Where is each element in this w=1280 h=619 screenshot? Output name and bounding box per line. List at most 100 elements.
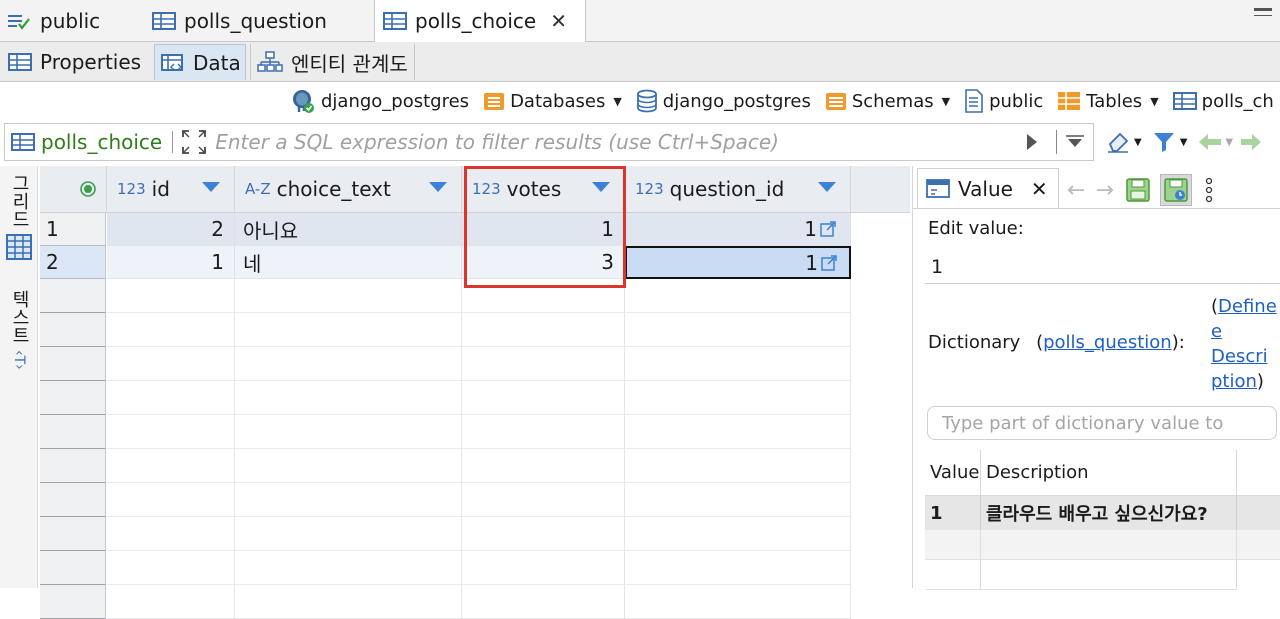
tab-properties[interactable]: Properties: [2, 44, 147, 80]
tab-value[interactable]: Value ✕: [917, 168, 1059, 208]
breadcrumb-label: Databases: [510, 90, 606, 112]
text-view-button[interactable]: 텍스트 ‹T›: [3, 290, 35, 370]
open-reference-icon[interactable]: [821, 254, 837, 271]
divider: [913, 208, 1280, 209]
chevron-down-icon[interactable]: ▼: [1150, 95, 1158, 108]
filter-bar: polls_choice: [4, 123, 1094, 161]
minimize-icon[interactable]: [1254, 8, 1272, 16]
empty-cell: [235, 415, 462, 449]
chevron-down-icon[interactable]: ▼: [1225, 137, 1233, 148]
column-header-choice-text[interactable]: A-Z choice_text: [235, 166, 462, 213]
back-arrow-icon[interactable]: [1197, 132, 1223, 152]
edit-value-text: 1: [931, 255, 944, 278]
dictionary-header-description[interactable]: Description: [981, 450, 1237, 496]
empty-cell: [107, 483, 235, 517]
empty-row-number: [40, 279, 106, 313]
empty-row-number: [40, 551, 106, 585]
row-number[interactable]: 2: [40, 246, 106, 279]
cell-id[interactable]: 2: [107, 213, 235, 246]
open-reference-icon[interactable]: [820, 221, 836, 237]
back-arrow-icon[interactable]: ←: [1067, 178, 1085, 203]
tab-polls-question[interactable]: polls_question: [152, 0, 327, 42]
column-header-question-id[interactable]: 123 question_id: [625, 166, 851, 213]
empty-cell: [107, 415, 235, 449]
empty-cell: [462, 381, 625, 415]
chevron-down-icon[interactable]: ▼: [613, 95, 621, 108]
sort-dropdown-icon[interactable]: [429, 182, 447, 192]
empty-cell: [235, 449, 462, 483]
breadcrumb-item-databases[interactable]: Databases ▼: [483, 90, 622, 112]
table-icon: [383, 11, 407, 31]
expand-icon[interactable]: [181, 129, 207, 155]
dictionary-search-input[interactable]: Type part of dictionary value to: [927, 406, 1277, 440]
forward-arrow-icon[interactable]: →: [1095, 178, 1113, 203]
dictionary-link[interactable]: polls_question: [1043, 332, 1172, 353]
empty-cell: [235, 313, 462, 347]
breadcrumb-item-connection[interactable]: django_postgres: [290, 88, 469, 114]
more-options-icon[interactable]: [1204, 177, 1214, 203]
define-link-line[interactable]: Define: [1218, 296, 1277, 317]
forward-arrow-icon[interactable]: [1241, 132, 1262, 152]
grid-icon: [6, 234, 32, 260]
chevron-down-icon[interactable]: ▼: [942, 95, 950, 108]
dictionary-label-row: Dictionary (polls_question):: [928, 332, 1185, 353]
tab-polls-choice[interactable]: polls_choice ✕: [374, 0, 586, 42]
cell-question-id-selected[interactable]: 1: [625, 246, 851, 279]
empty-row-number: [40, 415, 106, 449]
empty-cell: [625, 381, 851, 415]
tab-data[interactable]: Data: [154, 44, 246, 80]
breadcrumb-item-tables[interactable]: Tables ▼: [1057, 90, 1159, 112]
sort-dropdown-icon[interactable]: [202, 182, 220, 192]
define-link-line[interactable]: ption: [1211, 371, 1257, 392]
cell-id[interactable]: 1: [107, 246, 235, 279]
edit-value-field[interactable]: 1: [925, 250, 1280, 284]
define-description-link-block[interactable]: (Define e Descri ption): [1211, 294, 1277, 394]
filter-input[interactable]: [213, 129, 994, 155]
tab-er-diagram[interactable]: 엔티티 관계도: [250, 44, 415, 80]
er-diagram-icon: [257, 51, 283, 73]
cell-question-id[interactable]: 1: [625, 213, 851, 246]
breadcrumb-label: Schemas: [851, 90, 934, 112]
column-header-id[interactable]: 123 id: [107, 166, 235, 213]
chevron-down-icon[interactable]: ▼: [1134, 137, 1142, 148]
number-type-icon: 123: [117, 180, 146, 198]
chevron-down-icon[interactable]: ▼: [1180, 137, 1188, 148]
execute-filter-icon[interactable]: [1026, 133, 1038, 151]
cell-choice-text[interactable]: 네: [235, 246, 462, 279]
breadcrumb-item-database[interactable]: django_postgres: [636, 89, 811, 113]
number-type-icon: 123: [635, 180, 664, 198]
auto-save-icon[interactable]: [1159, 174, 1192, 206]
dictionary-cell-description[interactable]: 클라우드 배우고 싶으신가요?: [981, 496, 1237, 530]
dictionary-header-value[interactable]: Value: [925, 450, 981, 496]
close-icon[interactable]: ✕: [1031, 177, 1048, 201]
eraser-icon[interactable]: [1106, 130, 1132, 154]
empty-cell: [107, 449, 235, 483]
empty-cell: [107, 517, 235, 551]
cell-choice-text[interactable]: 아니요: [235, 213, 462, 246]
empty-cell: [107, 585, 235, 619]
filter-funnel-icon[interactable]: [1152, 130, 1176, 154]
close-icon[interactable]: ✕: [550, 9, 567, 33]
editor-sub-tabs: Properties Data 엔티티 관계도: [0, 42, 1280, 82]
row-number[interactable]: 1: [40, 213, 106, 246]
empty-cell: [462, 585, 625, 619]
select-all-header[interactable]: [40, 166, 107, 213]
tab-label: Properties: [40, 50, 142, 74]
empty-cell: [462, 347, 625, 381]
empty-cell: [462, 517, 625, 551]
cell-value: 1: [805, 250, 818, 275]
sort-dropdown-icon[interactable]: [818, 182, 836, 192]
tab-public[interactable]: public: [6, 0, 100, 42]
breadcrumb-item-schemas[interactable]: Schemas ▼: [825, 90, 950, 112]
breadcrumb-item-table[interactable]: polls_ch: [1172, 91, 1274, 112]
save-icon[interactable]: [1126, 178, 1150, 202]
dictionary-cell-value[interactable]: 1: [925, 496, 981, 530]
tab-label: polls_question: [184, 9, 327, 33]
filter-history-icon[interactable]: [1065, 135, 1085, 149]
define-link-line[interactable]: e: [1211, 321, 1222, 342]
define-link-line[interactable]: Descri: [1211, 346, 1268, 367]
column-name: choice_text: [276, 177, 391, 201]
grid-view-button[interactable]: 그리드: [3, 174, 35, 260]
breadcrumb-item-public[interactable]: public: [964, 89, 1043, 113]
tab-label: Data: [193, 50, 241, 75]
